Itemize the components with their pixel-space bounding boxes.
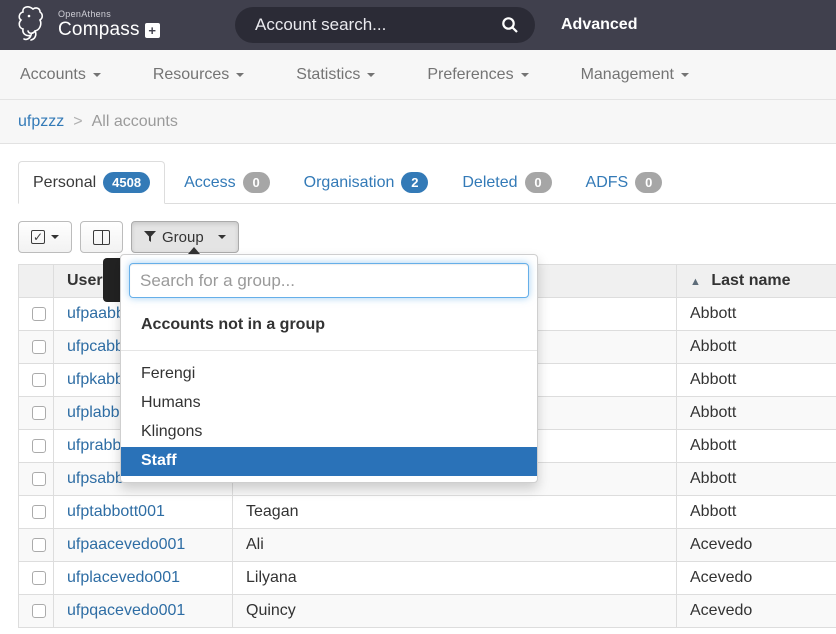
group-option-klingons[interactable]: Klingons xyxy=(121,418,537,447)
row-checkbox[interactable] xyxy=(32,307,46,321)
tab-access-count-badge: 0 xyxy=(243,172,270,193)
chevron-down-icon xyxy=(51,235,59,239)
account-search-box xyxy=(235,7,535,43)
account-type-tabs: Personal 4508 Access 0 Organisation 2 De… xyxy=(18,161,836,204)
chevron-down-icon xyxy=(236,73,244,77)
nav-item-resources[interactable]: Resources xyxy=(153,66,244,84)
chevron-down-icon xyxy=(521,73,529,77)
row-checkbox[interactable] xyxy=(32,373,46,387)
main-nav: Accounts Resources Statistics Preference… xyxy=(0,50,836,100)
last-name-cell: Acevedo xyxy=(677,595,836,628)
select-all-header xyxy=(19,265,54,298)
row-checkbox[interactable] xyxy=(32,571,46,585)
columns-icon xyxy=(93,230,110,245)
tab-personal-count-badge: 4508 xyxy=(103,172,150,193)
first-name-cell: Lilyana xyxy=(233,562,677,595)
last-name-cell: Acevedo xyxy=(677,562,836,595)
nav-item-statistics[interactable]: Statistics xyxy=(296,66,375,84)
filter-funnel-icon xyxy=(144,231,156,243)
group-filter-button[interactable]: Group xyxy=(131,221,239,253)
tab-personal[interactable]: Personal 4508 xyxy=(18,161,165,204)
last-name-cell: Abbott xyxy=(677,463,836,496)
account-search-input[interactable] xyxy=(235,15,501,35)
brand-openathens-label: OpenAthens xyxy=(58,9,160,19)
select-accounts-button[interactable]: ✓ xyxy=(18,221,72,253)
username-link[interactable]: ufpqacevedo001 xyxy=(67,602,185,619)
row-checkbox[interactable] xyxy=(32,406,46,420)
row-checkbox[interactable] xyxy=(32,439,46,453)
nav-item-accounts[interactable]: Accounts xyxy=(20,66,101,84)
breadcrumb: ufpzzz > All accounts xyxy=(0,100,836,144)
table-row: ufpqacevedo001 Quincy Acevedo xyxy=(19,595,836,628)
nav-item-management[interactable]: Management xyxy=(581,66,689,84)
last-name-column-header[interactable]: ▲ Last name xyxy=(677,265,836,298)
last-name-cell: Abbott xyxy=(677,397,836,430)
row-checkbox[interactable] xyxy=(32,538,46,552)
chevron-down-icon xyxy=(681,73,689,77)
first-name-cell: Ali xyxy=(233,529,677,562)
tooltip-arrow-icon xyxy=(188,247,200,254)
table-row: ufptabbott001 Teagan Abbott xyxy=(19,496,836,529)
breadcrumb-separator: > xyxy=(73,113,82,131)
username-link[interactable]: ufplacevedo001 xyxy=(67,569,180,586)
checkbox-check-icon: ✓ xyxy=(31,230,45,244)
tab-deleted[interactable]: Deleted 0 xyxy=(447,161,566,204)
row-checkbox[interactable] xyxy=(32,340,46,354)
brand-logo[interactable]: OpenAthens Compass + xyxy=(16,4,160,47)
tab-adfs[interactable]: ADFS 0 xyxy=(571,161,678,204)
page: OpenAthens Compass + Advanced Accounts R… xyxy=(0,0,836,634)
row-checkbox[interactable] xyxy=(32,604,46,618)
tab-access[interactable]: Access 0 xyxy=(169,161,285,204)
brand-compass-label: Compass xyxy=(58,19,140,41)
table-row: ufpaacevedo001 Ali Acevedo xyxy=(19,529,836,562)
last-name-cell: Abbott xyxy=(677,496,836,529)
accounts-not-in-group-option[interactable]: Accounts not in a group xyxy=(121,306,537,345)
search-icon[interactable] xyxy=(501,16,519,34)
table-row: ufplacevedo001 Lilyana Acevedo xyxy=(19,562,836,595)
breadcrumb-current-page: All accounts xyxy=(92,113,178,131)
nav-item-preferences[interactable]: Preferences xyxy=(427,66,528,84)
username-link[interactable]: ufptabbott001 xyxy=(67,503,165,520)
chevron-down-icon xyxy=(218,235,226,239)
breadcrumb-org-link[interactable]: ufpzzz xyxy=(18,113,64,131)
tab-organisation[interactable]: Organisation 2 xyxy=(289,161,444,204)
brand-text: OpenAthens Compass + xyxy=(58,9,160,41)
sort-ascending-icon: ▲ xyxy=(690,276,701,288)
row-checkbox[interactable] xyxy=(32,472,46,486)
row-checkbox[interactable] xyxy=(32,505,46,519)
openathens-owl-icon xyxy=(16,4,50,47)
plus-box-icon: + xyxy=(145,23,160,38)
advanced-search-link[interactable]: Advanced xyxy=(561,0,637,50)
first-name-cell: Quincy xyxy=(233,595,677,628)
dropdown-divider xyxy=(121,350,537,351)
last-name-cell: Abbott xyxy=(677,430,836,463)
tab-deleted-count-badge: 0 xyxy=(525,172,552,193)
username-link[interactable]: ufpaacevedo001 xyxy=(67,536,185,553)
group-option-staff[interactable]: Staff xyxy=(121,447,537,476)
group-option-humans[interactable]: Humans xyxy=(121,389,537,418)
last-name-cell: Acevedo xyxy=(677,529,836,562)
table-toolbar: ✓ Group xyxy=(18,221,836,253)
group-search-input[interactable] xyxy=(129,263,529,298)
group-option-ferengi[interactable]: Ferengi xyxy=(121,360,537,389)
last-name-cell: Abbott xyxy=(677,298,836,331)
tab-adfs-count-badge: 0 xyxy=(635,172,662,193)
last-name-cell: Abbott xyxy=(677,364,836,397)
top-bar: OpenAthens Compass + Advanced xyxy=(0,0,836,50)
tab-organisation-count-badge: 2 xyxy=(401,172,428,193)
group-filter-dropdown: Accounts not in a group Ferengi Humans K… xyxy=(120,254,538,483)
last-name-cell: Abbott xyxy=(677,331,836,364)
columns-button[interactable] xyxy=(80,221,123,253)
first-name-cell: Teagan xyxy=(233,496,677,529)
chevron-down-icon xyxy=(93,73,101,77)
chevron-down-icon xyxy=(367,73,375,77)
